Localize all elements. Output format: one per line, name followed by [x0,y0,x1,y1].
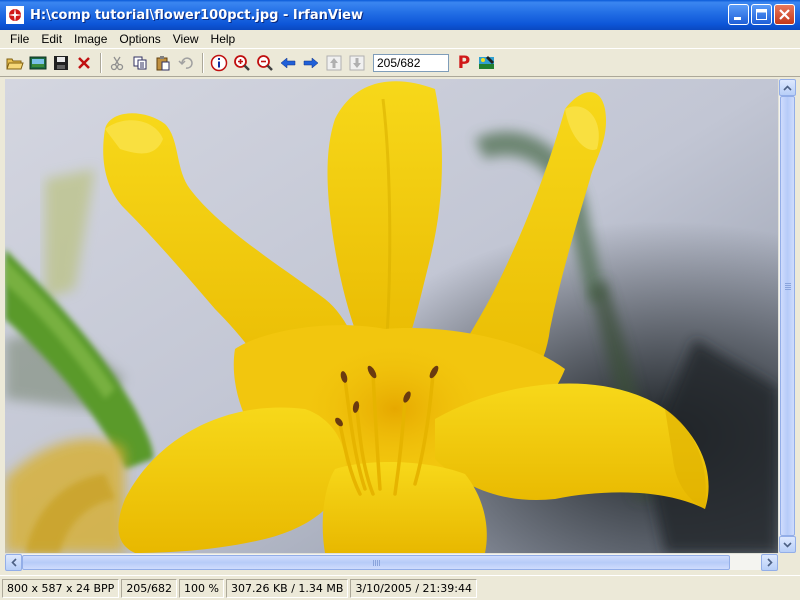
minimize-button[interactable] [728,4,749,25]
menu-image[interactable]: Image [68,32,113,46]
close-button[interactable] [774,4,795,25]
last-page-button[interactable] [346,52,368,74]
maximize-button[interactable] [751,4,772,25]
paste-button[interactable] [152,52,174,74]
zoom-out-icon [257,55,273,71]
print-button[interactable]: P [453,52,475,74]
menu-bar: File Edit Image Options View Help [0,30,800,49]
scroll-right-button[interactable] [761,554,778,571]
title-bar[interactable]: H:\comp tutorial\flower100pct.jpg - Irfa… [0,0,800,30]
vertical-scrollbar[interactable] [778,79,796,553]
delete-button[interactable] [73,52,95,74]
print-icon: P [457,53,471,73]
horizontal-scroll-thumb[interactable] [22,555,730,570]
previous-arrow-icon [280,57,296,69]
status-bar: 800 x 587 x 24 BPP 205/682 100 % 307.26 … [0,575,800,600]
menu-options[interactable]: Options [113,32,166,46]
open-button[interactable] [4,52,26,74]
maximize-icon [756,9,767,20]
zoom-in-button[interactable] [231,52,253,74]
horizontal-scrollbar[interactable] [5,553,778,571]
slideshow-icon [29,56,47,70]
zoom-in-icon [234,55,250,71]
copy-icon [133,56,147,70]
toolbar-separator [202,53,204,73]
undo-icon [178,57,193,69]
chevron-down-icon [783,541,792,548]
paint-button[interactable] [476,52,498,74]
close-icon [779,9,790,20]
menu-view[interactable]: View [167,32,205,46]
next-arrow-icon [303,57,319,69]
scroll-down-button[interactable] [779,536,796,553]
next-button[interactable] [300,52,322,74]
status-dimensions: 800 x 587 x 24 BPP [2,578,120,598]
cut-icon [110,56,124,71]
status-file-size: 307.26 KB / 1.34 MB [225,578,349,598]
open-folder-icon [6,58,24,70]
toolbar: P [0,50,800,77]
first-page-button[interactable] [323,52,345,74]
menu-edit[interactable]: Edit [35,32,68,46]
chevron-left-icon [10,558,17,567]
page-number-field[interactable] [373,54,449,72]
status-position: 205/682 [121,578,178,598]
chevron-right-icon [766,558,773,567]
scroll-left-button[interactable] [5,554,22,571]
slideshow-button[interactable] [27,52,49,74]
status-datetime: 3/10/2005 / 21:39:44 [350,578,477,598]
image-viewport[interactable] [5,79,778,553]
vertical-scroll-thumb[interactable] [780,96,795,536]
copy-button[interactable] [129,52,151,74]
status-zoom: 100 % [179,578,224,598]
undo-button[interactable] [175,52,197,74]
scroll-up-button[interactable] [779,79,796,96]
cut-button[interactable] [106,52,128,74]
first-page-icon [326,55,342,71]
delete-icon [78,57,90,69]
save-button[interactable] [50,52,72,74]
menu-file[interactable]: File [4,32,35,46]
menu-help[interactable]: Help [205,32,242,46]
previous-button[interactable] [277,52,299,74]
irfanview-app-icon[interactable] [6,6,24,24]
save-icon [54,56,68,70]
toolbar-separator [100,53,102,73]
info-icon [210,54,228,72]
zoom-out-button[interactable] [254,52,276,74]
last-page-icon [349,55,365,71]
flower-photo [5,79,778,553]
window-title: H:\comp tutorial\flower100pct.jpg - Irfa… [30,7,363,23]
scrollbar-corner [778,553,795,570]
minimize-icon [734,17,741,20]
paste-icon [156,56,170,71]
info-button[interactable] [208,52,230,74]
chevron-up-icon [783,84,792,91]
paint-icon [479,56,494,69]
